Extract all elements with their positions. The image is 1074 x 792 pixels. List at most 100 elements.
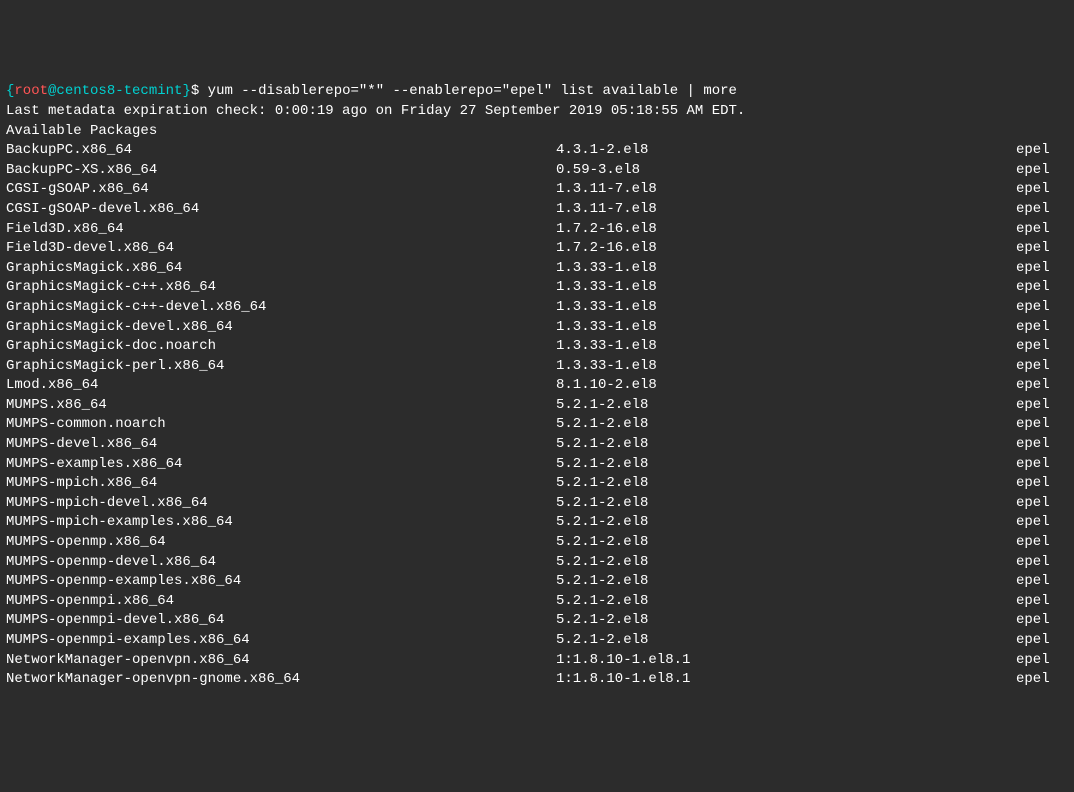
- package-name: GraphicsMagick.x86_64: [6, 259, 556, 279]
- package-version: 1.3.33-1.el8: [556, 318, 1016, 338]
- package-row: GraphicsMagick.x86_641.3.33-1.el8epel: [6, 259, 1068, 279]
- package-repo: epel: [1016, 455, 1050, 475]
- package-repo: epel: [1016, 141, 1050, 161]
- prompt-host: centos8-tecmint: [56, 83, 182, 99]
- package-version: 1:1.8.10-1.el8.1: [556, 651, 1016, 671]
- package-version: 1.3.33-1.el8: [556, 298, 1016, 318]
- package-repo: epel: [1016, 572, 1050, 592]
- package-row: MUMPS-openmp-examples.x86_645.2.1-2.el8e…: [6, 572, 1068, 592]
- package-name: NetworkManager-openvpn-gnome.x86_64: [6, 670, 556, 690]
- command-text: yum --disablerepo="*" --enablerepo="epel…: [208, 83, 737, 99]
- package-row: Lmod.x86_648.1.10-2.el8epel: [6, 376, 1068, 396]
- package-repo: epel: [1016, 631, 1050, 651]
- package-name: CGSI-gSOAP-devel.x86_64: [6, 200, 556, 220]
- package-name: MUMPS.x86_64: [6, 396, 556, 416]
- package-name: NetworkManager-openvpn.x86_64: [6, 651, 556, 671]
- prompt-dollar: $: [191, 83, 208, 99]
- package-name: MUMPS-openmpi-devel.x86_64: [6, 611, 556, 631]
- package-version: 1.3.11-7.el8: [556, 180, 1016, 200]
- package-list: BackupPC.x86_644.3.1-2.el8epelBackupPC-X…: [6, 141, 1068, 690]
- package-row: MUMPS.x86_645.2.1-2.el8epel: [6, 396, 1068, 416]
- package-repo: epel: [1016, 611, 1050, 631]
- package-version: 8.1.10-2.el8: [556, 376, 1016, 396]
- package-name: MUMPS-openmp-devel.x86_64: [6, 553, 556, 573]
- package-repo: epel: [1016, 239, 1050, 259]
- package-row: MUMPS-devel.x86_645.2.1-2.el8epel: [6, 435, 1068, 455]
- package-name: MUMPS-openmp.x86_64: [6, 533, 556, 553]
- package-name: MUMPS-openmpi.x86_64: [6, 592, 556, 612]
- package-row: GraphicsMagick-c++-devel.x86_641.3.33-1.…: [6, 298, 1068, 318]
- package-repo: epel: [1016, 513, 1050, 533]
- package-repo: epel: [1016, 337, 1050, 357]
- available-packages-header: Available Packages: [6, 123, 157, 139]
- package-repo: epel: [1016, 318, 1050, 338]
- package-row: CGSI-gSOAP.x86_641.3.11-7.el8epel: [6, 180, 1068, 200]
- package-version: 5.2.1-2.el8: [556, 435, 1016, 455]
- package-version: 5.2.1-2.el8: [556, 513, 1016, 533]
- package-row: MUMPS-common.noarch5.2.1-2.el8epel: [6, 415, 1068, 435]
- package-name: BackupPC-XS.x86_64: [6, 161, 556, 181]
- package-version: 1.7.2-16.el8: [556, 239, 1016, 259]
- package-version: 5.2.1-2.el8: [556, 415, 1016, 435]
- package-row: MUMPS-mpich.x86_645.2.1-2.el8epel: [6, 474, 1068, 494]
- package-version: 5.2.1-2.el8: [556, 553, 1016, 573]
- package-version: 1.3.33-1.el8: [556, 337, 1016, 357]
- package-version: 1:1.8.10-1.el8.1: [556, 670, 1016, 690]
- package-row: MUMPS-openmp-devel.x86_645.2.1-2.el8epel: [6, 553, 1068, 573]
- package-row: GraphicsMagick-perl.x86_641.3.33-1.el8ep…: [6, 357, 1068, 377]
- package-name: Field3D-devel.x86_64: [6, 239, 556, 259]
- package-name: MUMPS-mpich.x86_64: [6, 474, 556, 494]
- package-repo: epel: [1016, 553, 1050, 573]
- package-version: 5.2.1-2.el8: [556, 494, 1016, 514]
- package-repo: epel: [1016, 533, 1050, 553]
- package-repo: epel: [1016, 435, 1050, 455]
- package-repo: epel: [1016, 474, 1050, 494]
- package-repo: epel: [1016, 415, 1050, 435]
- metadata-line: Last metadata expiration check: 0:00:19 …: [6, 103, 745, 119]
- package-version: 1.3.33-1.el8: [556, 278, 1016, 298]
- package-repo: epel: [1016, 670, 1050, 690]
- package-row: BackupPC-XS.x86_640.59-3.el8epel: [6, 161, 1068, 181]
- package-name: MUMPS-common.noarch: [6, 415, 556, 435]
- package-row: GraphicsMagick-doc.noarch1.3.33-1.el8epe…: [6, 337, 1068, 357]
- package-name: Field3D.x86_64: [6, 220, 556, 240]
- package-row: MUMPS-openmpi-examples.x86_645.2.1-2.el8…: [6, 631, 1068, 651]
- package-version: 5.2.1-2.el8: [556, 631, 1016, 651]
- package-name: MUMPS-examples.x86_64: [6, 455, 556, 475]
- package-repo: epel: [1016, 278, 1050, 298]
- package-row: MUMPS-openmpi-devel.x86_645.2.1-2.el8epe…: [6, 611, 1068, 631]
- package-row: Field3D-devel.x86_641.7.2-16.el8epel: [6, 239, 1068, 259]
- terminal-output: {root@centos8-tecmint}$ yum --disablerep…: [0, 78, 1074, 693]
- package-name: CGSI-gSOAP.x86_64: [6, 180, 556, 200]
- package-repo: epel: [1016, 651, 1050, 671]
- package-row: GraphicsMagick-devel.x86_641.3.33-1.el8e…: [6, 318, 1068, 338]
- package-name: MUMPS-mpich-examples.x86_64: [6, 513, 556, 533]
- package-version: 1.7.2-16.el8: [556, 220, 1016, 240]
- package-version: 5.2.1-2.el8: [556, 533, 1016, 553]
- package-version: 5.2.1-2.el8: [556, 455, 1016, 475]
- package-name: MUMPS-openmp-examples.x86_64: [6, 572, 556, 592]
- package-name: MUMPS-mpich-devel.x86_64: [6, 494, 556, 514]
- package-row: GraphicsMagick-c++.x86_641.3.33-1.el8epe…: [6, 278, 1068, 298]
- package-version: 5.2.1-2.el8: [556, 396, 1016, 416]
- package-repo: epel: [1016, 259, 1050, 279]
- package-version: 5.2.1-2.el8: [556, 572, 1016, 592]
- package-version: 1.3.11-7.el8: [556, 200, 1016, 220]
- package-name: GraphicsMagick-devel.x86_64: [6, 318, 556, 338]
- package-repo: epel: [1016, 200, 1050, 220]
- package-row: CGSI-gSOAP-devel.x86_641.3.11-7.el8epel: [6, 200, 1068, 220]
- package-repo: epel: [1016, 494, 1050, 514]
- package-version: 1.3.33-1.el8: [556, 259, 1016, 279]
- package-name: Lmod.x86_64: [6, 376, 556, 396]
- package-version: 4.3.1-2.el8: [556, 141, 1016, 161]
- package-repo: epel: [1016, 298, 1050, 318]
- package-row: NetworkManager-openvpn.x86_641:1.8.10-1.…: [6, 651, 1068, 671]
- package-version: 5.2.1-2.el8: [556, 474, 1016, 494]
- prompt-user: root: [14, 83, 48, 99]
- package-repo: epel: [1016, 220, 1050, 240]
- package-repo: epel: [1016, 592, 1050, 612]
- package-row: MUMPS-openmp.x86_645.2.1-2.el8epel: [6, 533, 1068, 553]
- package-row: BackupPC.x86_644.3.1-2.el8epel: [6, 141, 1068, 161]
- package-version: 1.3.33-1.el8: [556, 357, 1016, 377]
- package-repo: epel: [1016, 357, 1050, 377]
